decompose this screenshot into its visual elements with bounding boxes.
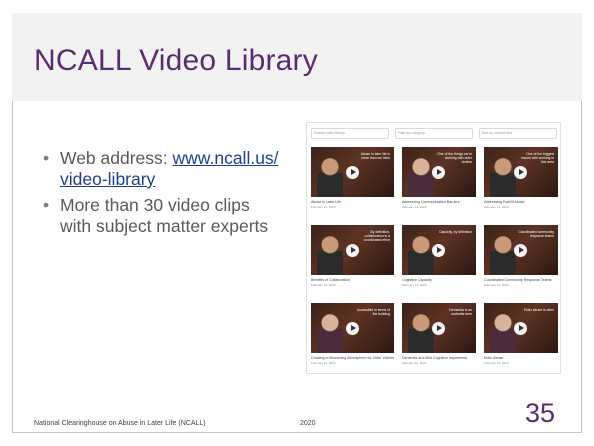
web-address-label: Web address: xyxy=(60,148,168,168)
video-clips-text: More than 30 video clips with subject ma… xyxy=(60,195,269,236)
video-card[interactable]: By definition, collaboration is a coordi… xyxy=(311,225,394,295)
video-date: February 12, 2020 xyxy=(311,204,336,209)
video-card[interactable]: Accessible in terms of the building Creat… xyxy=(311,303,394,373)
speaker-image xyxy=(489,311,516,353)
speaker-image xyxy=(407,233,434,275)
video-date: February 12, 2020 xyxy=(401,204,427,209)
play-icon[interactable] xyxy=(432,321,446,335)
video-date: February 12, 2020 xyxy=(483,204,509,209)
speaker-image xyxy=(489,233,516,275)
page-number: 35 xyxy=(525,398,556,428)
slide-title: NCALL Video Library xyxy=(34,44,318,77)
video-date: February 12, 2020 xyxy=(401,282,427,287)
video-thumbnail[interactable]: One of the biggest issues with working i… xyxy=(483,147,558,197)
play-icon[interactable] xyxy=(514,243,528,257)
video-caption: Coordinated community response teams xyxy=(518,230,554,238)
video-card[interactable]: One of the things we're working with old… xyxy=(401,147,476,217)
video-card[interactable]: Abuse in later life is more than we thin… xyxy=(311,147,394,217)
video-title[interactable]: Coordinated Community Response Teams xyxy=(484,278,558,283)
video-thumbnail[interactable]: Elder abuse is often xyxy=(483,303,558,353)
footer-year: 2020 xyxy=(300,420,316,427)
video-thumbnail[interactable]: One of the things we're working with old… xyxy=(401,147,476,197)
speaker-image xyxy=(317,155,343,197)
play-icon[interactable] xyxy=(514,165,528,179)
video-date: February 12, 2020 xyxy=(401,360,427,365)
play-icon[interactable] xyxy=(514,321,528,335)
speaker-image xyxy=(317,233,343,275)
video-thumbnail[interactable]: Capacity, by definition xyxy=(401,225,476,275)
speaker-image xyxy=(489,155,516,197)
play-icon[interactable] xyxy=(345,243,359,257)
video-thumbnail[interactable]: Dementia is an umbrella term xyxy=(401,303,476,353)
video-card[interactable]: Capacity, by definition Cognitive Capacit… xyxy=(401,225,476,295)
video-thumbnail[interactable]: Abuse in later life is more than we thin… xyxy=(311,147,394,197)
library-search-field: Search video library xyxy=(311,128,389,139)
speaker-image xyxy=(407,155,434,197)
bullet-video-clips: • More than 30 video clips with subject … xyxy=(40,195,280,237)
video-date: February 12, 2020 xyxy=(311,360,336,365)
video-thumbnail[interactable]: By definition, collaboration is a coordi… xyxy=(311,225,394,275)
bullet-list: • Web address: www.ncall.us/video-librar… xyxy=(40,148,280,242)
speaker-image xyxy=(317,311,343,353)
play-icon[interactable] xyxy=(345,165,359,179)
play-icon[interactable] xyxy=(345,321,359,335)
bullet-dot-icon: • xyxy=(43,148,50,168)
video-caption: Accessible in terms of the building xyxy=(356,308,390,316)
video-grid: Abuse in later life is more than we thin… xyxy=(311,147,558,373)
play-icon[interactable] xyxy=(432,243,446,257)
library-toolbar: Search video library Filter by category … xyxy=(311,128,557,139)
video-card[interactable]: Elder abuse is often Elder Abuse February … xyxy=(483,303,558,373)
video-card[interactable]: Coordinated community response teams Coor… xyxy=(483,225,558,295)
video-thumbnail[interactable]: Coordinated community response teams xyxy=(483,225,558,275)
video-library-screenshot: Search video library Filter by category … xyxy=(306,122,561,374)
video-date: February 12, 2020 xyxy=(483,282,509,287)
slide: NCALL Video Library • Web address: www.n… xyxy=(0,0,594,446)
bullet-web-address: • Web address: www.ncall.us/video-librar… xyxy=(40,148,280,190)
library-filter-select: Filter by category xyxy=(395,128,473,139)
library-sort-select: Sort by newest first xyxy=(479,128,557,139)
video-caption: One of the biggest issues with working i… xyxy=(521,152,554,164)
video-caption: Capacity, by definition xyxy=(439,230,472,234)
video-card[interactable]: One of the biggest issues with working i… xyxy=(483,147,558,217)
video-date: February 12, 2020 xyxy=(483,360,509,365)
video-caption: One of the things we're working with old… xyxy=(437,152,472,164)
video-caption: Elder abuse is often xyxy=(524,308,554,312)
video-thumbnail[interactable]: Accessible in terms of the building xyxy=(311,303,394,353)
video-caption: By definition, collaboration is a coordi… xyxy=(363,230,390,242)
video-caption: Dementia is an umbrella term xyxy=(449,308,472,316)
video-title[interactable]: Dementia and Mild Cognitive Impairment xyxy=(402,356,476,361)
video-card[interactable]: Dementia is an umbrella term Dementia and… xyxy=(401,303,476,373)
video-date: February 12, 2020 xyxy=(311,282,336,287)
play-icon[interactable] xyxy=(432,165,446,179)
video-title[interactable]: Creating a Welcoming Atmosphere for Olde… xyxy=(311,356,394,361)
bullet-dot-icon: • xyxy=(43,195,50,215)
video-caption: Abuse in later life is more than we thin… xyxy=(360,152,390,160)
speaker-image xyxy=(407,311,434,353)
footer-organization: National Clearinghouse on Abuse in Later… xyxy=(34,420,206,427)
